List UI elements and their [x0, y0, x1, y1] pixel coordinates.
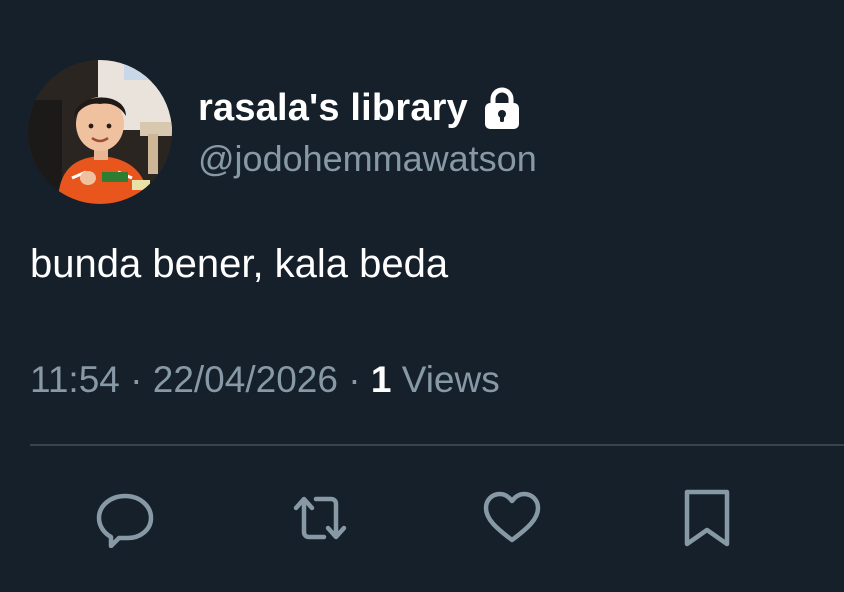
tweet-text: bunda bener, kala beda: [30, 242, 449, 286]
retweet-button[interactable]: [288, 486, 352, 550]
tweet-metadata: 11:54 · 22/04/2026 · 1 Views: [30, 358, 500, 402]
views-count: 1: [370, 359, 402, 400]
tweet-date[interactable]: 22/04/2026: [153, 359, 338, 400]
meta-separator: ·: [130, 359, 153, 400]
retweet-icon: [293, 496, 347, 540]
divider: [30, 444, 844, 446]
comment-icon: [96, 493, 154, 548]
avatar[interactable]: [28, 60, 172, 204]
display-name-row: rasala's library: [198, 86, 522, 130]
bookmark-button[interactable]: [675, 486, 739, 550]
tweet-detail: rasala's library @jodohemmawatson bunda …: [0, 0, 844, 592]
display-name[interactable]: rasala's library: [198, 86, 468, 130]
lock-icon: [484, 87, 519, 129]
tweet-time[interactable]: 11:54: [30, 359, 120, 400]
profile-photo: [28, 60, 172, 204]
meta-separator: ·: [348, 359, 371, 400]
user-handle[interactable]: @jodohemmawatson: [198, 138, 537, 180]
reply-button[interactable]: [93, 486, 157, 550]
bookmark-icon: [684, 489, 730, 547]
like-button[interactable]: [480, 486, 544, 550]
heart-icon: [483, 491, 541, 543]
action-bar: [0, 486, 844, 550]
views-label: Views: [401, 359, 500, 400]
